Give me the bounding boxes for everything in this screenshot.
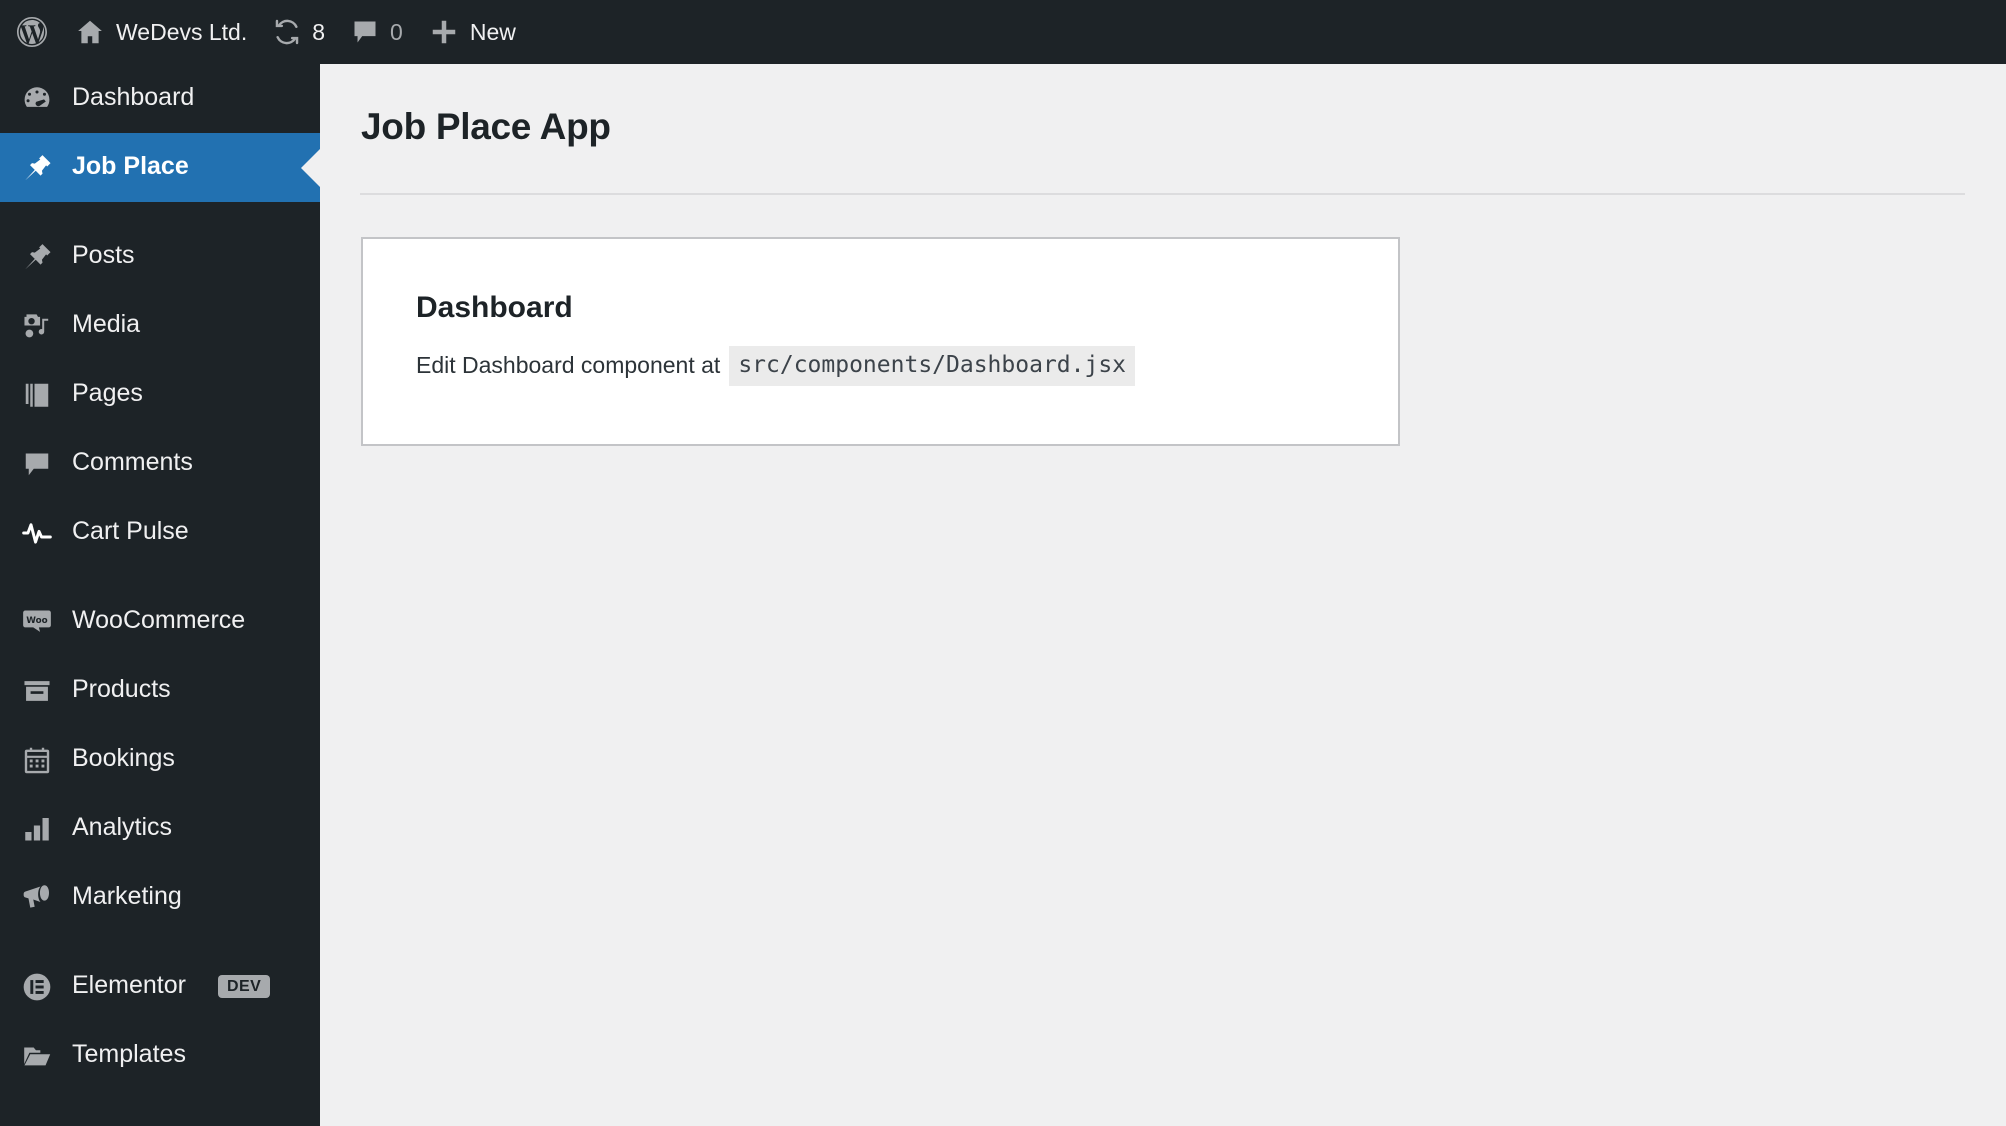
title-divider (360, 193, 1965, 195)
updates-button[interactable]: 8 (260, 0, 338, 64)
menu-separator (0, 567, 320, 587)
sidebar-item-marketing[interactable]: Marketing (0, 863, 320, 932)
card-description-text: Edit Dashboard component at (416, 352, 721, 379)
sidebar-item-label: Bookings (72, 744, 175, 772)
card-title: Dashboard (416, 291, 573, 324)
pin-icon (18, 238, 56, 276)
bar-chart-icon (18, 810, 56, 848)
media-camera-music-icon (18, 307, 56, 345)
site-name-label: WeDevs Ltd. (116, 18, 248, 45)
sidebar-item-label: Posts (72, 241, 135, 269)
pin-icon (18, 149, 56, 187)
sidebar-item-label: Pages (72, 379, 143, 407)
sidebar-item-label: Marketing (72, 882, 182, 910)
sidebar-item-woocommerce[interactable]: Woo WooCommerce (0, 587, 320, 656)
sidebar-item-cart-pulse[interactable]: Cart Pulse (0, 498, 320, 567)
card-description: Edit Dashboard component at src/componen… (416, 346, 1398, 386)
sidebar-item-label: Comments (72, 448, 193, 476)
sidebar-item-elementor[interactable]: Elementor DEV (0, 952, 320, 1021)
dashboard-gauge-icon (18, 80, 56, 118)
updates-count: 8 (312, 18, 326, 45)
sidebar-item-label: Analytics (72, 813, 173, 841)
sidebar-item-posts[interactable]: Posts (0, 222, 320, 291)
dashboard-card: Dashboard Edit Dashboard component at sr… (361, 237, 1400, 446)
admin-sidebar-menu: Dashboard Job Place Posts Media Pages Co… (0, 64, 321, 1126)
sidebar-item-pages[interactable]: Pages (0, 360, 320, 429)
sidebar-item-job-place[interactable]: Job Place (0, 133, 321, 202)
sidebar-item-label: Elementor (72, 971, 186, 999)
sidebar-item-label: Templates (72, 1040, 186, 1068)
comments-count: 0 (390, 18, 403, 45)
page-title: Job Place App (361, 106, 611, 147)
main-content-area: Job Place App Dashboard Edit Dashboard c… (320, 64, 2006, 1126)
wordpress-logo-icon (14, 14, 50, 50)
site-name-button[interactable]: WeDevs Ltd. (62, 0, 260, 64)
elementor-dev-badge: DEV (217, 975, 271, 998)
sidebar-item-dashboard[interactable]: Dashboard (0, 64, 320, 133)
new-content-label: New (469, 18, 516, 45)
sidebar-item-label: Job Place (72, 152, 189, 180)
comment-bubble-icon (351, 18, 379, 46)
megaphone-icon (18, 879, 56, 917)
sidebar-item-comments[interactable]: Comments (0, 429, 320, 498)
pulse-heartbeat-icon (18, 514, 56, 552)
sidebar-item-media[interactable]: Media (0, 291, 320, 360)
sidebar-item-label: Cart Pulse (72, 517, 189, 545)
pages-stack-icon (18, 376, 56, 414)
sidebar-item-templates[interactable]: Templates (0, 1021, 320, 1090)
new-content-button[interactable]: New (416, 0, 529, 64)
wordpress-logo-button[interactable] (0, 0, 62, 64)
home-icon (75, 17, 105, 47)
admin-bar: WeDevs Ltd. 8 0 New (0, 0, 2006, 64)
menu-separator (0, 932, 320, 952)
products-box-icon (18, 672, 56, 710)
comment-bubble-icon (18, 445, 56, 483)
active-menu-arrow (301, 147, 321, 188)
woo-bubble-icon: Woo (18, 603, 56, 641)
sidebar-item-products[interactable]: Products (0, 656, 320, 725)
folder-icon (18, 1037, 56, 1075)
sidebar-item-label: Dashboard (72, 83, 195, 111)
sidebar-item-label: WooCommerce (72, 606, 246, 634)
elementor-icon (18, 968, 56, 1006)
sidebar-item-bookings[interactable]: Bookings (0, 725, 320, 794)
sidebar-item-analytics[interactable]: Analytics (0, 794, 320, 863)
menu-separator (0, 202, 320, 222)
updates-icon (273, 18, 301, 46)
calendar-icon (18, 741, 56, 779)
sidebar-item-label: Media (72, 310, 141, 338)
svg-text:Woo: Woo (26, 615, 47, 625)
comments-button[interactable]: 0 (338, 0, 416, 64)
component-path-code: src/components/Dashboard.jsx (729, 346, 1136, 386)
sidebar-item-label: Products (72, 675, 171, 703)
plus-icon (429, 17, 459, 47)
